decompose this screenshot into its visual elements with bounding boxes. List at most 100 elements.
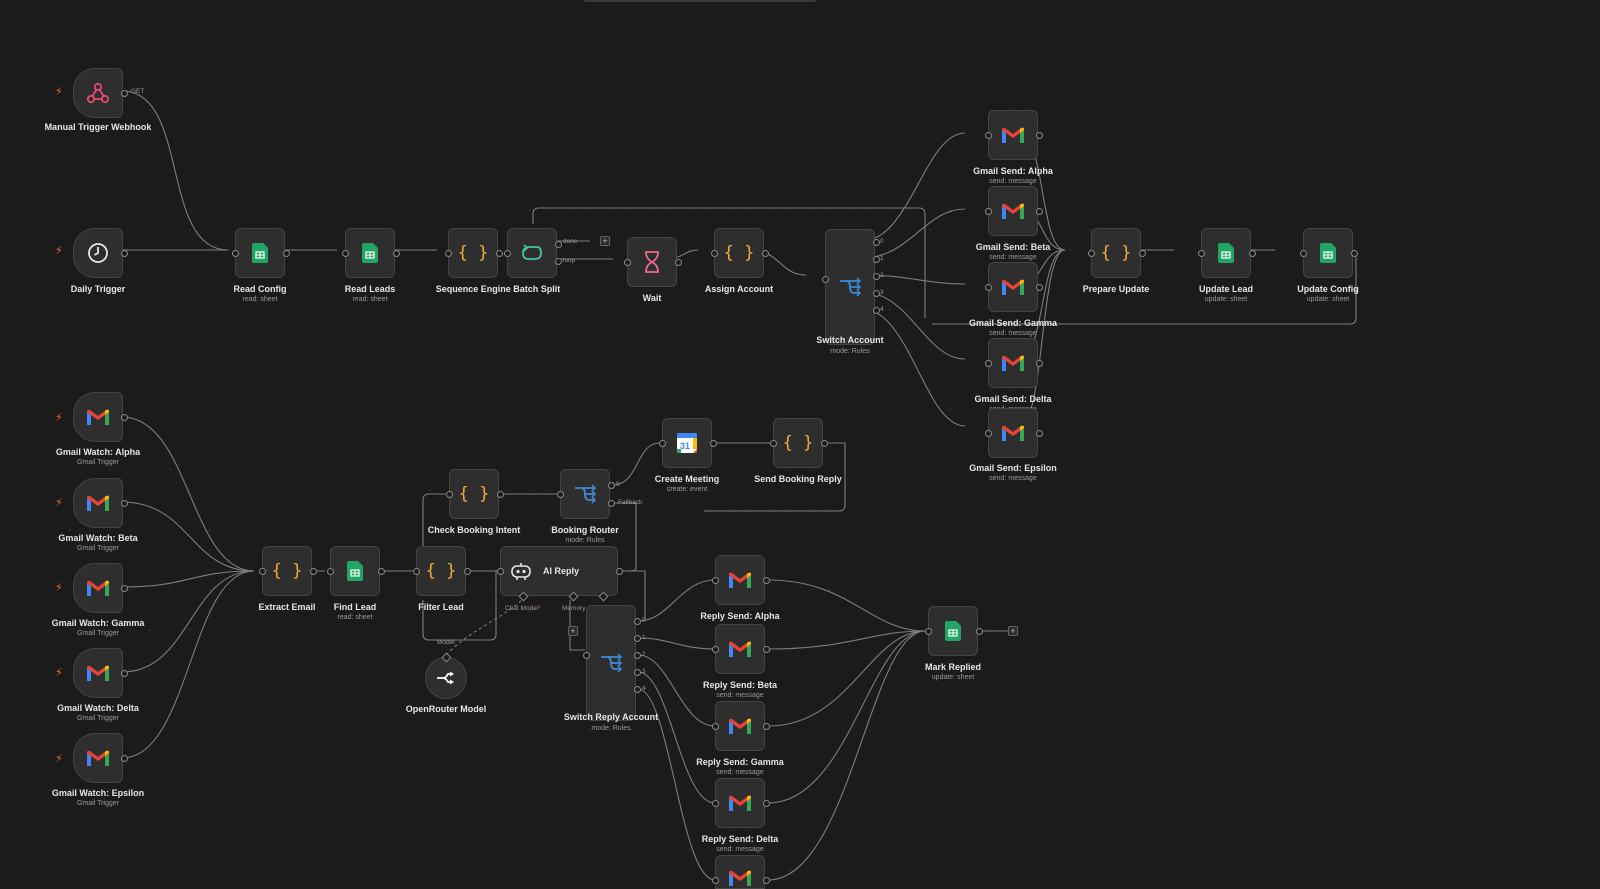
node-find-lead[interactable]: [327, 546, 385, 596]
output-port[interactable]: [1036, 430, 1043, 437]
input-port[interactable]: [770, 440, 777, 447]
node-gmail-watch-gamma[interactable]: [73, 563, 128, 613]
node-gmail-watch-epsilon[interactable]: [73, 733, 128, 783]
output-port-0[interactable]: [608, 482, 615, 489]
output-port[interactable]: [763, 877, 770, 884]
node-gmail-watch-alpha[interactable]: [73, 392, 128, 442]
node-update-lead[interactable]: [1198, 228, 1256, 278]
node-create-meeting[interactable]: 31: [659, 418, 717, 468]
input-port[interactable]: [1198, 250, 1205, 257]
add-memory-button[interactable]: +: [568, 626, 578, 636]
node-update-config[interactable]: [1300, 228, 1358, 278]
input-port[interactable]: [342, 250, 349, 257]
input-port[interactable]: [712, 800, 719, 807]
node-booking-router[interactable]: [557, 469, 615, 519]
input-port[interactable]: [985, 284, 992, 291]
output-port-3[interactable]: [873, 290, 880, 297]
input-port[interactable]: [497, 568, 504, 575]
node-daily-trigger[interactable]: [73, 228, 128, 278]
node-check-booking-intent[interactable]: { }: [446, 469, 504, 519]
output-port-4[interactable]: [873, 307, 880, 314]
output-port[interactable]: [378, 568, 385, 575]
add-node-button[interactable]: +: [600, 236, 610, 246]
output-port[interactable]: [1036, 208, 1043, 215]
node-gmail-send-epsilon[interactable]: [985, 408, 1043, 458]
output-port[interactable]: [976, 628, 983, 635]
node-reply-send-beta[interactable]: [712, 624, 770, 674]
node-reply-send-epsilon[interactable]: [712, 855, 770, 889]
input-port[interactable]: [925, 628, 932, 635]
output-port[interactable]: [121, 670, 128, 677]
input-port[interactable]: [583, 652, 590, 659]
node-read-config[interactable]: [232, 228, 290, 278]
node-loop-over-items[interactable]: [504, 228, 562, 278]
input-port[interactable]: [712, 723, 719, 730]
output-port[interactable]: [1249, 250, 1256, 257]
input-port[interactable]: [1300, 250, 1307, 257]
output-port-loop[interactable]: [555, 258, 562, 265]
output-port[interactable]: [121, 500, 128, 507]
input-port[interactable]: [985, 430, 992, 437]
output-port[interactable]: [1036, 360, 1043, 367]
output-port-4[interactable]: [634, 686, 641, 693]
output-port-0[interactable]: [873, 239, 880, 246]
output-port[interactable]: [762, 250, 769, 257]
node-gmail-send-gamma[interactable]: [985, 262, 1043, 312]
node-gmail-send-delta[interactable]: [985, 338, 1043, 388]
output-port[interactable]: [497, 491, 504, 498]
output-port[interactable]: [496, 250, 503, 257]
output-port[interactable]: [763, 577, 770, 584]
input-port[interactable]: [712, 646, 719, 653]
node-wait[interactable]: [624, 237, 682, 287]
input-port[interactable]: [985, 360, 992, 367]
input-port[interactable]: [1088, 250, 1095, 257]
input-port[interactable]: [985, 132, 992, 139]
input-port[interactable]: [659, 440, 666, 447]
output-port-0[interactable]: [634, 618, 641, 625]
node-manual-trigger-webhook[interactable]: [73, 68, 128, 118]
output-port[interactable]: [821, 440, 828, 447]
input-port[interactable]: [985, 208, 992, 215]
node-reply-send-gamma[interactable]: [712, 701, 770, 751]
node-prepare-update[interactable]: { }: [1088, 228, 1146, 278]
input-port[interactable]: [557, 491, 564, 498]
node-gmail-watch-delta[interactable]: [73, 648, 128, 698]
node-gmail-send-beta[interactable]: [985, 186, 1043, 236]
node-mark-replied[interactable]: [925, 606, 983, 656]
output-port-done[interactable]: [555, 241, 562, 248]
output-port[interactable]: [675, 259, 682, 266]
node-extract-email[interactable]: { }: [259, 546, 317, 596]
input-port[interactable]: [712, 577, 719, 584]
node-gmail-send-alpha[interactable]: [985, 110, 1043, 160]
add-node-button[interactable]: +: [1008, 626, 1018, 636]
output-port[interactable]: [121, 90, 128, 97]
output-port[interactable]: [763, 800, 770, 807]
node-reply-send-alpha[interactable]: [712, 555, 770, 605]
input-port[interactable]: [445, 250, 452, 257]
input-port[interactable]: [413, 568, 420, 575]
output-port[interactable]: [121, 755, 128, 762]
node-filter-lead[interactable]: { }: [413, 546, 471, 596]
input-port[interactable]: [504, 250, 511, 257]
output-port-1[interactable]: [873, 256, 880, 263]
output-port-3[interactable]: [634, 669, 641, 676]
output-port-2[interactable]: [873, 273, 880, 280]
node-switch-reply-account[interactable]: [583, 605, 641, 721]
node-gmail-watch-beta[interactable]: [73, 478, 128, 528]
input-port[interactable]: [259, 568, 266, 575]
output-port-1[interactable]: [634, 635, 641, 642]
node-sequence-engine-batch-split[interactable]: { }: [445, 228, 503, 278]
output-port[interactable]: [1139, 250, 1146, 257]
output-port[interactable]: [121, 250, 128, 257]
output-port-fallback[interactable]: [608, 500, 615, 507]
output-port[interactable]: [283, 250, 290, 257]
output-port[interactable]: [710, 440, 717, 447]
output-port[interactable]: [1351, 250, 1358, 257]
output-port[interactable]: [121, 414, 128, 421]
node-openrouter-model[interactable]: [425, 652, 467, 699]
input-port[interactable]: [711, 250, 718, 257]
node-read-leads[interactable]: [342, 228, 400, 278]
input-port[interactable]: [232, 250, 239, 257]
node-reply-send-delta[interactable]: [712, 778, 770, 828]
output-port[interactable]: [464, 568, 471, 575]
